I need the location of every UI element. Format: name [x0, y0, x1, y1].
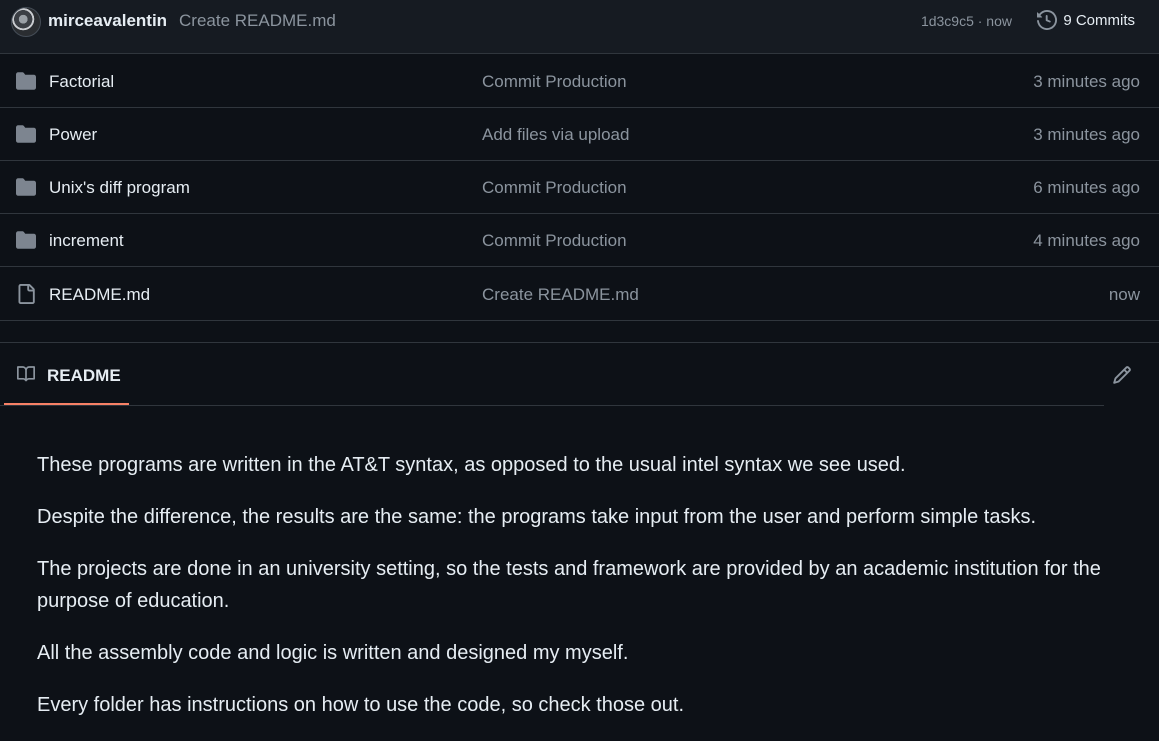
readme-paragraph: All the assembly code and logic is writt…	[37, 642, 629, 664]
file-commit-message-link[interactable]: Commit Production	[482, 178, 627, 198]
file-row[interactable]: Power Add files via upload 3 minutes ago	[0, 108, 1159, 161]
file-name-link[interactable]: Power	[49, 125, 97, 145]
file-icon	[15, 284, 37, 304]
readme-paragraph: These programs are written in the AT&T s…	[37, 454, 906, 476]
folder-icon	[15, 71, 37, 91]
latest-commit-bar: mirceavalentin Create README.md 1d3c9c5 …	[0, 0, 1159, 54]
file-commit-message-link[interactable]: Commit Production	[482, 72, 627, 92]
file-row[interactable]: Factorial Commit Production 3 minutes ago	[0, 55, 1159, 108]
file-commit-age: 3 minutes ago	[1033, 125, 1140, 144]
file-name-link[interactable]: increment	[49, 231, 124, 251]
file-name-link[interactable]: Factorial	[49, 72, 114, 92]
latest-commit-message[interactable]: Create README.md	[179, 11, 336, 31]
readme-paragraph: Every folder has instructions on how to …	[37, 694, 685, 716]
file-commit-age: 6 minutes ago	[1033, 178, 1140, 197]
history-icon	[1037, 10, 1058, 30]
book-icon	[17, 366, 36, 382]
readme-tab-divider	[0, 405, 1104, 406]
pencil-icon[interactable]	[1112, 365, 1132, 385]
readme-panel: README These programs are written in the…	[0, 342, 1159, 729]
file-name-link[interactable]: Unix's diff program	[49, 178, 190, 198]
folder-icon	[15, 177, 37, 197]
file-commit-age: now	[1108, 285, 1140, 304]
author-avatar[interactable]	[11, 7, 41, 37]
readme-content: These programs are written in the AT&T s…	[37, 449, 1127, 741]
readme-paragraph: The projects are done in an university s…	[37, 558, 1101, 612]
readme-tab-label: README	[47, 366, 121, 385]
readme-paragraph: Despite the difference, the results are …	[37, 506, 1037, 528]
file-row[interactable]: Unix's diff program Commit Production 6 mi…	[0, 161, 1159, 214]
commits-history-link[interactable]: 9 Commits	[1037, 9, 1135, 31]
commit-author-link[interactable]: mirceavalentin	[48, 11, 167, 31]
readme-tab[interactable]: README	[4, 343, 129, 405]
file-commit-age: 3 minutes ago	[1033, 72, 1140, 91]
file-commit-message-link[interactable]: Add files via upload	[482, 125, 629, 145]
commit-sha-time[interactable]: 1d3c9c5 · now	[921, 13, 1012, 29]
file-name-link[interactable]: README.md	[49, 285, 150, 305]
file-row[interactable]: increment Commit Production 4 minutes ago	[0, 214, 1159, 267]
file-row[interactable]: README.md Create README.md now	[0, 268, 1159, 321]
file-commit-message-link[interactable]: Create README.md	[482, 285, 639, 305]
commits-count: 9 Commits	[1063, 11, 1135, 29]
file-commit-message-link[interactable]: Commit Production	[482, 231, 627, 251]
folder-icon	[15, 230, 37, 250]
file-commit-age: 4 minutes ago	[1033, 231, 1140, 250]
folder-icon	[15, 124, 37, 144]
